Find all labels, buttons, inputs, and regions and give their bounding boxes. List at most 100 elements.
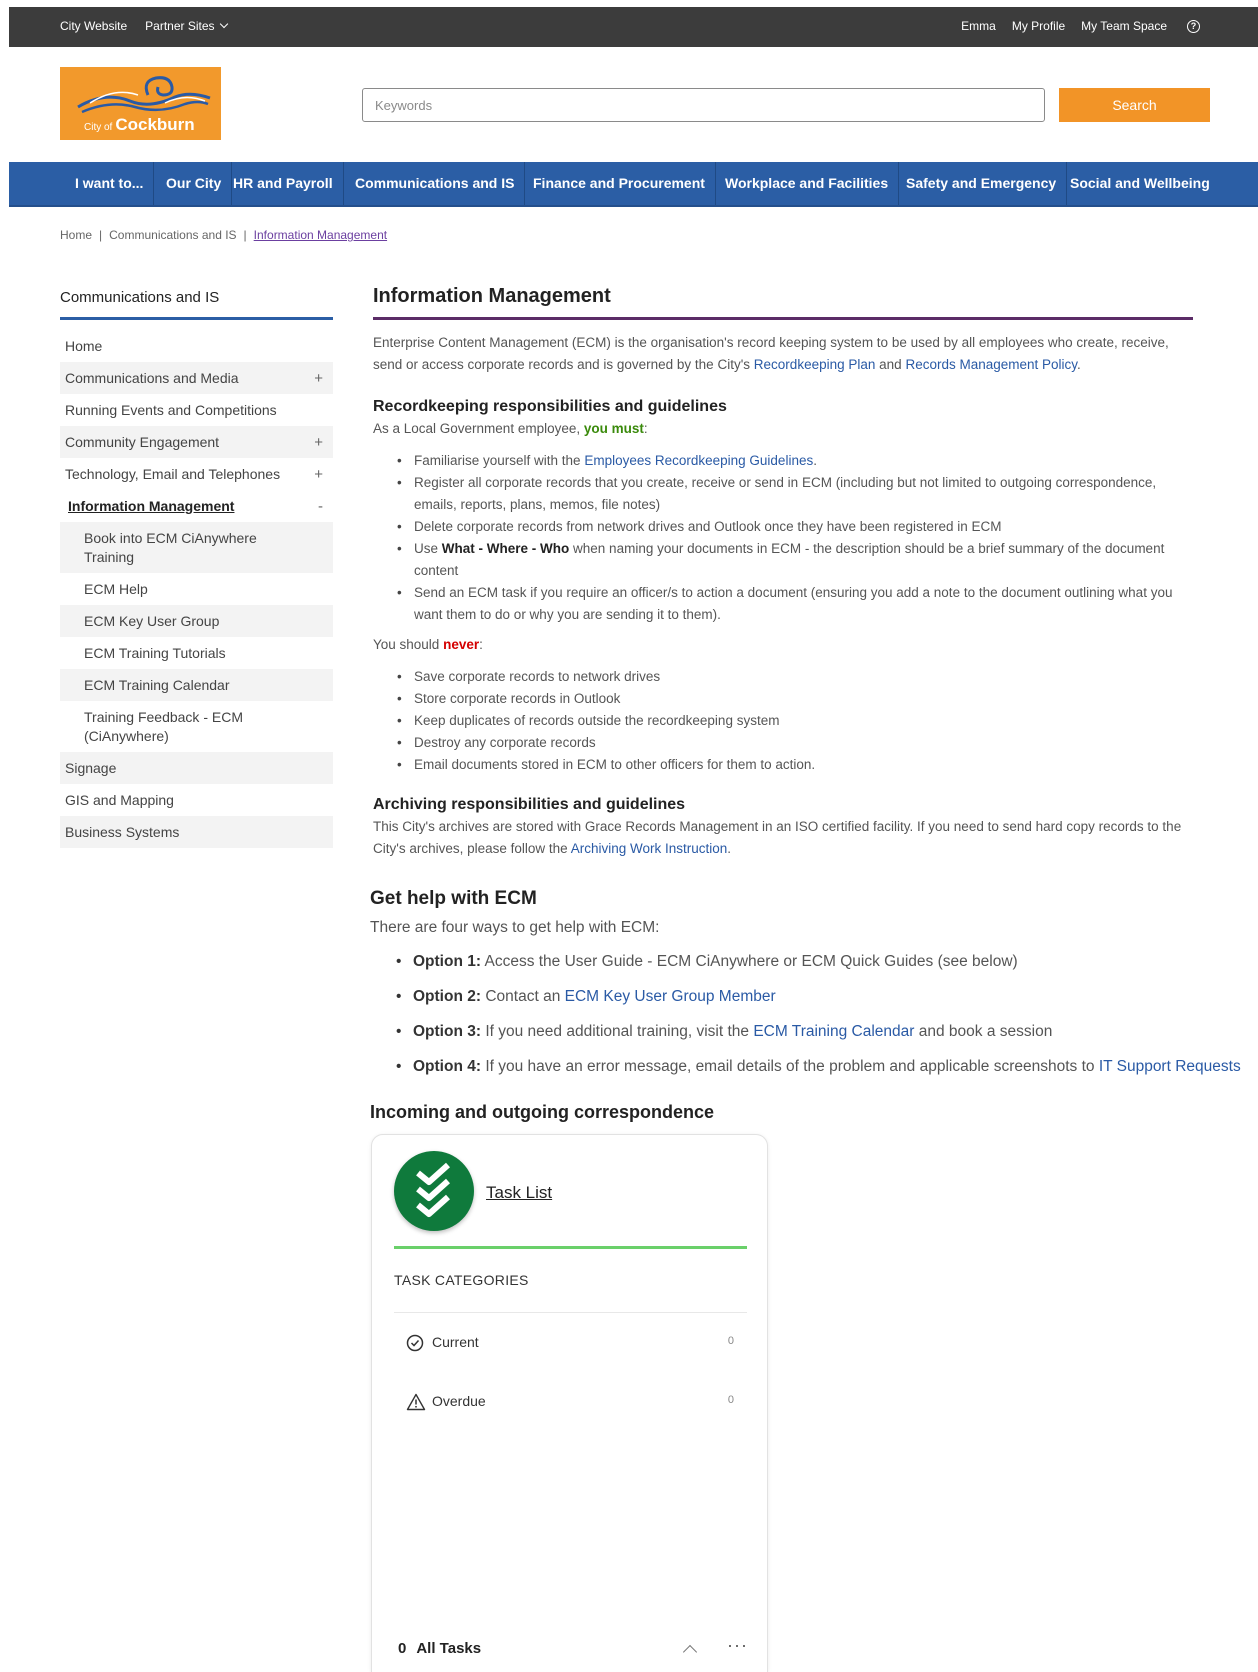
nav-item-safety[interactable]: Safety and Emergency	[896, 162, 1068, 205]
city-website-link[interactable]: City Website	[60, 19, 127, 33]
option-label: Option 3:	[413, 1023, 482, 1040]
category-current[interactable]: Current 0	[406, 1331, 734, 1355]
records-management-policy-link[interactable]: Records Management Policy	[905, 357, 1077, 372]
breadcrumb: Home | Communications and IS | Information M…	[60, 228, 387, 242]
sidebar-item-running-events[interactable]: Running Events and Competitions	[60, 394, 333, 426]
sidebar-item-gis-mapping[interactable]: GIS and Mapping	[60, 784, 333, 816]
sidebar-item-label: Business Systems	[65, 824, 180, 840]
logo-text: City of Cockburn	[84, 115, 195, 135]
it-support-requests-link[interactable]: IT Support Requests	[1099, 1058, 1241, 1075]
option-text: Contact an	[485, 988, 561, 1005]
help-option: Option 3: If you need additional trainin…	[370, 1020, 1258, 1044]
sidebar-item-business-systems[interactable]: Business Systems	[60, 816, 333, 848]
breadcrumb-home[interactable]: Home	[60, 228, 92, 242]
partner-sites-label: Partner Sites	[145, 19, 215, 33]
more-options-icon[interactable]: ···	[727, 1635, 748, 1656]
list-item: Delete corporate records from network dr…	[373, 516, 1193, 538]
option-label: Option 1:	[413, 953, 482, 970]
sidebar-item-ecm-key-user-group[interactable]: ECM Key User Group	[60, 605, 333, 637]
sidebar-item-label: GIS and Mapping	[65, 792, 174, 808]
task-categories-label: TASK CATEGORIES	[394, 1272, 529, 1288]
top-utility-bar: City Website Partner Sites Emma My Profi…	[9, 7, 1258, 47]
sidebar-item-communications-media[interactable]: Communications and Media +	[60, 362, 333, 394]
nav-item-our-city[interactable]: Our City	[156, 162, 233, 205]
chevron-up-icon[interactable]	[682, 1644, 698, 1660]
colon: :	[643, 421, 648, 436]
sidebar-item-home[interactable]: Home	[60, 330, 333, 362]
sidebar-nav: Home Communications and Media + Running E…	[60, 330, 333, 848]
nav-item-hr-payroll[interactable]: HR and Payroll	[223, 162, 344, 205]
collapse-icon[interactable]: -	[318, 497, 323, 516]
category-count: 0	[727, 1394, 734, 1406]
list-item: Use What - Where - Who when naming your …	[373, 538, 1193, 582]
sidebar-item-ecm-training-calendar[interactable]: ECM Training Calendar	[60, 669, 333, 701]
help-option: Option 1: Access the User Guide - ECM Ci…	[370, 950, 1258, 974]
employees-guidelines-link[interactable]: Employees Recordkeeping Guidelines	[584, 453, 813, 468]
sidebar-item-training-feedback[interactable]: Training Feedback - ECM (CiAnywhere)	[60, 701, 333, 752]
sidebar-item-technology[interactable]: Technology, Email and Telephones +	[60, 458, 333, 490]
archiving-heading: Archiving responsibilities and guideline…	[373, 796, 686, 813]
expand-icon[interactable]: +	[314, 465, 323, 484]
colon: :	[479, 637, 483, 652]
option-text: and book a session	[918, 1023, 1053, 1040]
sidebar-item-label: Community Engagement	[65, 434, 220, 450]
nav-item-social[interactable]: Social and Wellbeing	[1060, 162, 1220, 205]
my-team-space-link[interactable]: My Team Space	[1081, 19, 1167, 33]
nav-item-communications[interactable]: Communications and IS	[345, 162, 526, 205]
key-user-group-member-link[interactable]: ECM Key User Group Member	[565, 988, 776, 1005]
help-option: Option 2: Contact an ECM Key User Group …	[370, 985, 1258, 1009]
nav-item-workplace[interactable]: Workplace and Facilities	[715, 162, 900, 205]
option-label: Option 2:	[413, 988, 482, 1005]
list-item: Send an ECM task if you require an offic…	[373, 582, 1193, 626]
all-tasks-count: 0	[398, 1640, 407, 1657]
list-item: Register all corporate records that you …	[373, 472, 1193, 516]
sidebar-item-label: Training Feedback - ECM (CiAnywhere)	[84, 709, 243, 744]
search-input[interactable]	[362, 88, 1045, 122]
ecm-training-calendar-link[interactable]: ECM Training Calendar	[753, 1023, 914, 1040]
sidebar-item-ecm-training-tutorials[interactable]: ECM Training Tutorials	[60, 637, 333, 669]
sidebar-item-ecm-help[interactable]: ECM Help	[60, 573, 333, 605]
chevron-down-icon	[219, 19, 228, 29]
nav-item-i-want-to[interactable]: I want to...	[65, 162, 155, 205]
task-list-title[interactable]: Task List	[486, 1183, 552, 1203]
city-logo[interactable]: City of Cockburn	[60, 67, 221, 140]
recordkeeping-plan-link[interactable]: Recordkeeping Plan	[754, 357, 876, 372]
expand-icon[interactable]: +	[314, 433, 323, 452]
sidebar-item-label: Communications and Media	[65, 370, 239, 386]
sidebar-item-label: Technology, Email and Telephones	[65, 466, 281, 482]
sidebar-item-book-training[interactable]: Book into ECM CiAnywhere Training	[60, 522, 333, 573]
archiving-work-instruction-link[interactable]: Archiving Work Instruction	[571, 841, 728, 856]
archiving-paragraph: This City's archives are stored with Gra…	[373, 816, 1193, 860]
help-options-list: Option 1: Access the User Guide - ECM Ci…	[370, 950, 1258, 1079]
nav-item-finance[interactable]: Finance and Procurement	[523, 162, 716, 205]
my-profile-link[interactable]: My Profile	[1012, 19, 1065, 33]
list-item: Email documents stored in ECM to other o…	[373, 754, 1193, 776]
expand-icon[interactable]: +	[314, 369, 323, 388]
category-count: 0	[727, 1335, 734, 1347]
category-overdue[interactable]: Overdue 0	[406, 1390, 734, 1414]
correspondence-heading: Incoming and outgoing correspondence	[370, 1102, 715, 1122]
must-word: you must	[583, 421, 644, 436]
logo-name: Cockburn	[115, 115, 195, 134]
help-icon[interactable]: ?	[1187, 19, 1200, 33]
sidebar-item-label: ECM Training Tutorials	[84, 645, 226, 661]
search-button[interactable]: Search	[1059, 88, 1210, 122]
never-lead-text: You should	[373, 637, 440, 652]
sidebar-divider	[60, 317, 333, 320]
sidebar-item-signage[interactable]: Signage	[60, 752, 333, 784]
never-lead: You should never:	[373, 634, 1193, 656]
sidebar-item-information-management[interactable]: Information Management -	[60, 490, 333, 522]
partner-sites-dropdown[interactable]: Partner Sites	[145, 19, 228, 33]
list-item: Familiarise yourself with the Employees …	[373, 450, 1193, 472]
all-tasks-footer[interactable]: 0 All Tasks	[398, 1640, 481, 1657]
breadcrumb-current[interactable]: Information Management	[254, 228, 387, 242]
user-name[interactable]: Emma	[961, 19, 996, 33]
breadcrumb-section[interactable]: Communications and IS	[109, 228, 236, 242]
main-navigation: I want to... Our City HR and Payroll Com…	[9, 162, 1258, 207]
never-list: Save corporate records to network drives…	[373, 666, 1193, 776]
sidebar-item-label: ECM Key User Group	[84, 613, 220, 629]
archiving-text: This City's archives are stored with Gra…	[373, 819, 1182, 856]
main-content: Information Management Enterprise Conten…	[373, 282, 1193, 860]
sidebar-item-community-engagement[interactable]: Community Engagement +	[60, 426, 333, 458]
title-divider	[373, 317, 1193, 320]
